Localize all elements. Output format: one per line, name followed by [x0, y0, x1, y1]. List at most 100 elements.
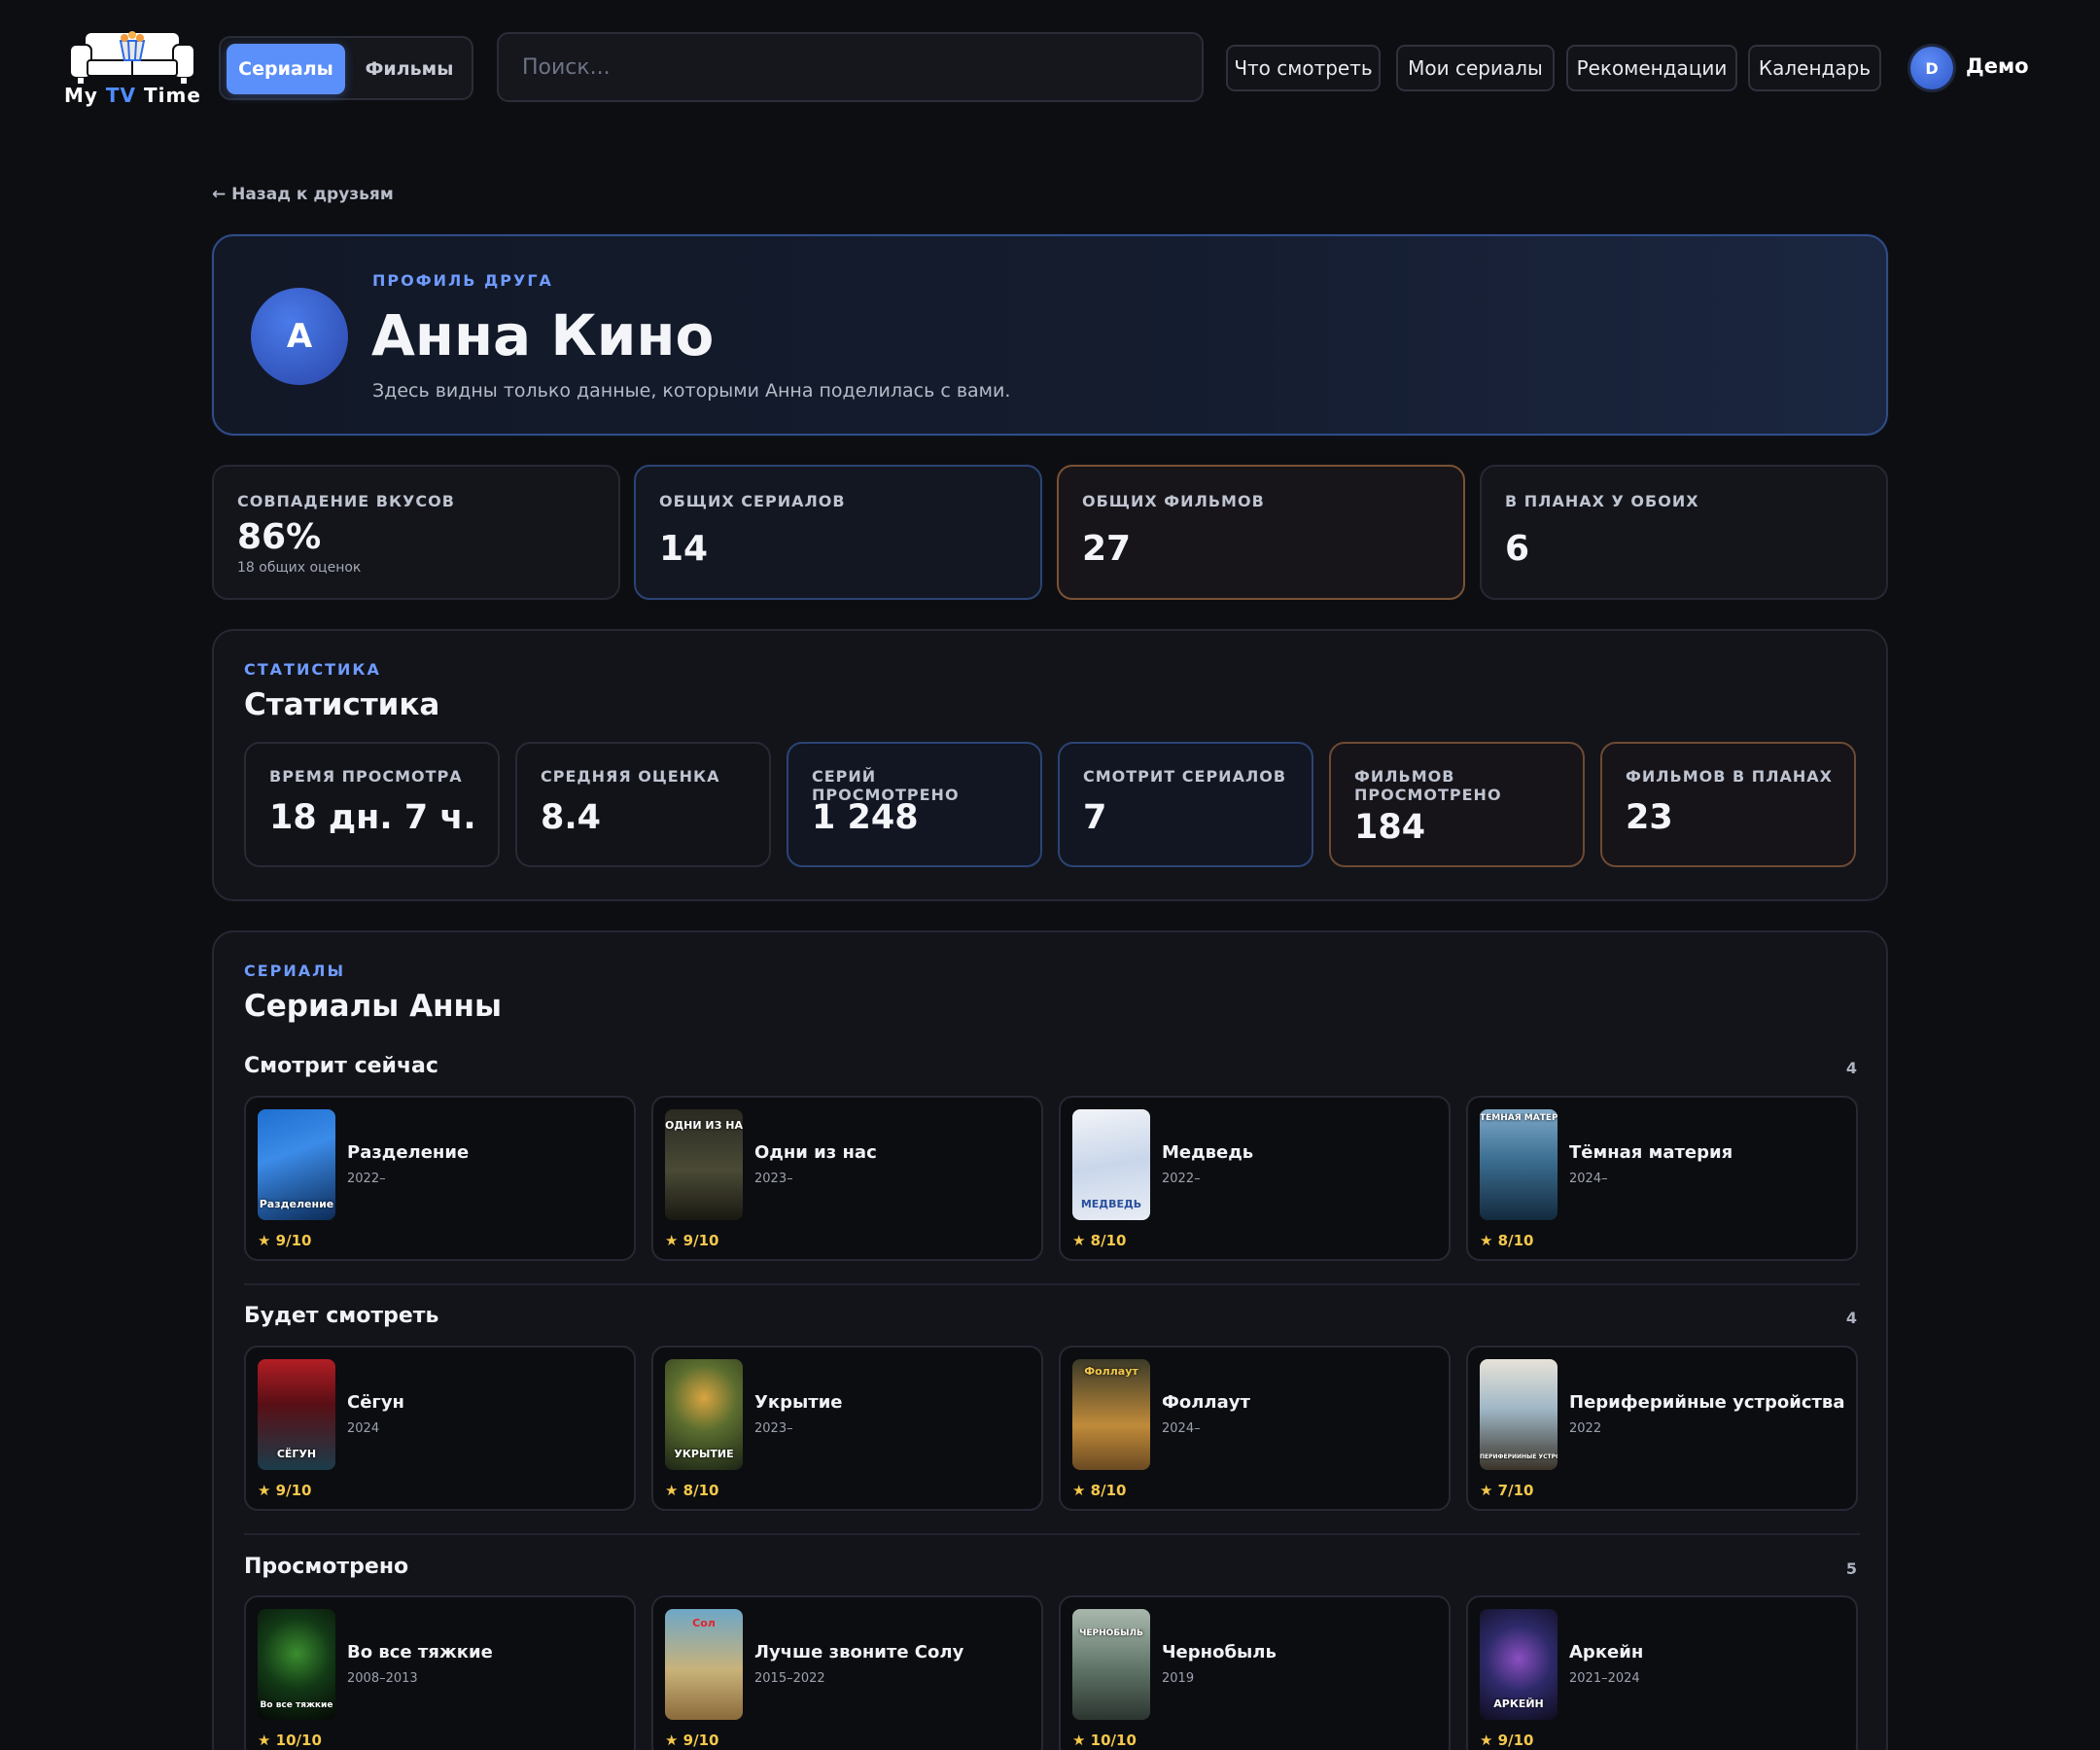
group-title-planned: Будет смотреть [244, 1304, 439, 1328]
privacy-note: Здесь видны только данные, которыми Анна… [372, 380, 1011, 402]
show-title: Укрытие [754, 1392, 843, 1413]
poster-image: СЁГУН [258, 1359, 335, 1470]
stat-movies-watched: ФИЛЬМОВ ПРОСМОТРЕНО 184 [1329, 742, 1585, 867]
poster-image: АРКЕЙН [1480, 1609, 1558, 1720]
common-series-value: 14 [659, 529, 709, 569]
show-rating: ★ 8/10 [665, 1482, 719, 1499]
stat-value: 18 дн. 7 ч. [269, 798, 476, 837]
show-title: Одни из нас [754, 1142, 877, 1163]
show-years: 2021–2024 [1569, 1671, 1640, 1686]
show-card[interactable]: ТЁМНАЯ МАТЕРИЯ Тёмная материя 2024– ★ 8/… [1466, 1096, 1858, 1261]
taste-match-label: СОВПАДЕНИЕ ВКУСОВ [237, 492, 455, 510]
stat-label: ФИЛЬМОВ ПРОСМОТРЕНО [1354, 767, 1502, 804]
show-years: 2022– [1162, 1172, 1201, 1186]
show-card[interactable]: ЧЕРНОБЫЛЬ Чернобыль 2019 ★ 10/10 [1059, 1595, 1451, 1750]
group-divider [244, 1533, 1860, 1535]
back-to-friends-link[interactable]: ← Назад к друзьям [212, 185, 394, 204]
show-card[interactable]: АРКЕЙН Аркейн 2021–2024 ★ 9/10 [1466, 1595, 1858, 1750]
poster-image: Сол [665, 1609, 743, 1720]
poster-image: ПЕРИФЕРИЙНЫЕ УСТРОЙСТВА [1480, 1359, 1558, 1470]
show-years: 2022 [1569, 1421, 1602, 1436]
poster-image: Разделение [258, 1109, 335, 1220]
tab-movies[interactable]: Фильмы [351, 44, 468, 94]
search-input[interactable] [497, 32, 1204, 102]
taste-match-card: СОВПАДЕНИЕ ВКУСОВ 86% 18 общих оценок [212, 465, 620, 600]
stat-label: ВРЕМЯ ПРОСМОТРА [269, 767, 463, 786]
show-rating: ★ 9/10 [1480, 1732, 1534, 1749]
show-rating: ★ 9/10 [665, 1732, 719, 1749]
show-title: Сёгун [347, 1392, 404, 1413]
show-rating: ★ 9/10 [665, 1232, 719, 1249]
group-title-watched: Просмотрено [244, 1555, 409, 1579]
common-movies-value: 27 [1082, 529, 1132, 569]
group-divider [244, 1283, 1860, 1285]
nav-what-to-watch[interactable]: Что смотреть [1226, 45, 1381, 91]
nav-my-series[interactable]: Мои сериалы [1396, 45, 1555, 91]
poster-image: УКРЫТИЕ [665, 1359, 743, 1470]
show-rating: ★ 9/10 [258, 1232, 312, 1249]
friend-avatar: A [251, 288, 348, 385]
show-title: Чернобыль [1162, 1642, 1277, 1662]
common-movies-label: ОБЩИХ ФИЛЬМОВ [1082, 492, 1265, 510]
show-years: 2019 [1162, 1671, 1195, 1686]
show-years: 2023– [754, 1172, 793, 1186]
friend-shows-section: СЕРИАЛЫ Сериалы Анны Смотрит сейчас 4 Ра… [212, 930, 1888, 1750]
show-rating: ★ 8/10 [1072, 1482, 1127, 1499]
user-name[interactable]: Демо [1966, 54, 2029, 78]
group-count-planned: 4 [1845, 1309, 1857, 1327]
stat-average-rating: СРЕДНЯЯ ОЦЕНКА 8.4 [515, 742, 771, 867]
poster-image: ЧЕРНОБЫЛЬ [1072, 1609, 1150, 1720]
show-title: Тёмная материя [1569, 1142, 1733, 1163]
shows-kicker: СЕРИАЛЫ [244, 962, 346, 980]
poster-image: ОДНИ ИЗ НАС [665, 1109, 743, 1220]
show-title: Фоллаут [1162, 1392, 1250, 1413]
stat-value: 8.4 [541, 798, 602, 837]
show-years: 2022– [347, 1172, 386, 1186]
shows-title: Сериалы Анны [244, 989, 502, 1024]
stat-series-watching: СМОТРИТ СЕРИАЛОВ 7 [1058, 742, 1313, 867]
show-title: Периферийные устройства [1569, 1392, 1845, 1413]
common-series-card: ОБЩИХ СЕРИАЛОВ 14 [634, 465, 1042, 600]
group-title-watching: Смотрит сейчас [244, 1054, 438, 1078]
show-card[interactable]: ПЕРИФЕРИЙНЫЕ УСТРОЙСТВА Периферийные уст… [1466, 1346, 1858, 1511]
common-series-label: ОБЩИХ СЕРИАЛОВ [659, 492, 846, 510]
show-card[interactable]: Разделение Разделение 2022– ★ 9/10 [244, 1096, 636, 1261]
group-count-watching: 4 [1845, 1059, 1857, 1077]
shared-plans-value: 6 [1505, 529, 1530, 569]
common-movies-card: ОБЩИХ ФИЛЬМОВ 27 [1057, 465, 1465, 600]
show-card[interactable]: ОДНИ ИЗ НАС Одни из нас 2023– ★ 9/10 [651, 1096, 1043, 1261]
stat-label: СРЕДНЯЯ ОЦЕНКА [541, 767, 720, 786]
show-card[interactable]: УКРЫТИЕ Укрытие 2023– ★ 8/10 [651, 1346, 1043, 1511]
show-card[interactable]: Сол Лучше звоните Солу 2015–2022 ★ 9/10 [651, 1595, 1043, 1750]
nav-recommendations[interactable]: Рекомендации [1566, 45, 1737, 91]
shared-plans-card: В ПЛАНАХ У ОБОИХ 6 [1480, 465, 1888, 600]
profile-kicker: ПРОФИЛЬ ДРУГА [372, 271, 553, 290]
show-card[interactable]: Во все тяжкие Во все тяжкие 2008–2013 ★ … [244, 1595, 636, 1750]
group-count-watched: 5 [1845, 1559, 1857, 1578]
show-card[interactable]: СЁГУН Сёгун 2024 ★ 9/10 [244, 1346, 636, 1511]
show-rating: ★ 10/10 [258, 1732, 322, 1749]
poster-image: Фоллаут [1072, 1359, 1150, 1470]
nav-calendar[interactable]: Календарь [1748, 45, 1881, 91]
show-title: Лучше звоните Солу [754, 1642, 964, 1662]
show-title: Во все тяжкие [347, 1642, 493, 1662]
stat-label: ФИЛЬМОВ В ПЛАНАХ [1626, 767, 1833, 786]
show-title: Разделение [347, 1142, 470, 1163]
show-card[interactable]: Фоллаут Фоллаут 2024– ★ 8/10 [1059, 1346, 1451, 1511]
show-card[interactable]: МЕДВЕДЬ Медведь 2022– ★ 8/10 [1059, 1096, 1451, 1261]
show-years: 2024 [347, 1421, 380, 1436]
taste-match-sub: 18 общих оценок [237, 560, 362, 576]
stat-value: 184 [1354, 808, 1426, 847]
statistics-kicker: СТАТИСТИКА [244, 660, 381, 679]
taste-match-value: 86% [237, 517, 322, 557]
statistics-section: СТАТИСТИКА Статистика ВРЕМЯ ПРОСМОТРА 18… [212, 629, 1888, 901]
sofa-logo-icon [69, 31, 195, 84]
tab-series[interactable]: Сериалы [227, 44, 345, 94]
stat-value: 7 [1083, 798, 1107, 837]
app-logo[interactable]: My TV Time [64, 25, 200, 113]
user-avatar[interactable]: D [1910, 47, 1953, 89]
stat-value: 1 248 [812, 798, 919, 837]
show-rating: ★ 8/10 [1480, 1232, 1534, 1249]
show-years: 2024– [1162, 1421, 1201, 1436]
stat-movies-planned: ФИЛЬМОВ В ПЛАНАХ 23 [1600, 742, 1856, 867]
